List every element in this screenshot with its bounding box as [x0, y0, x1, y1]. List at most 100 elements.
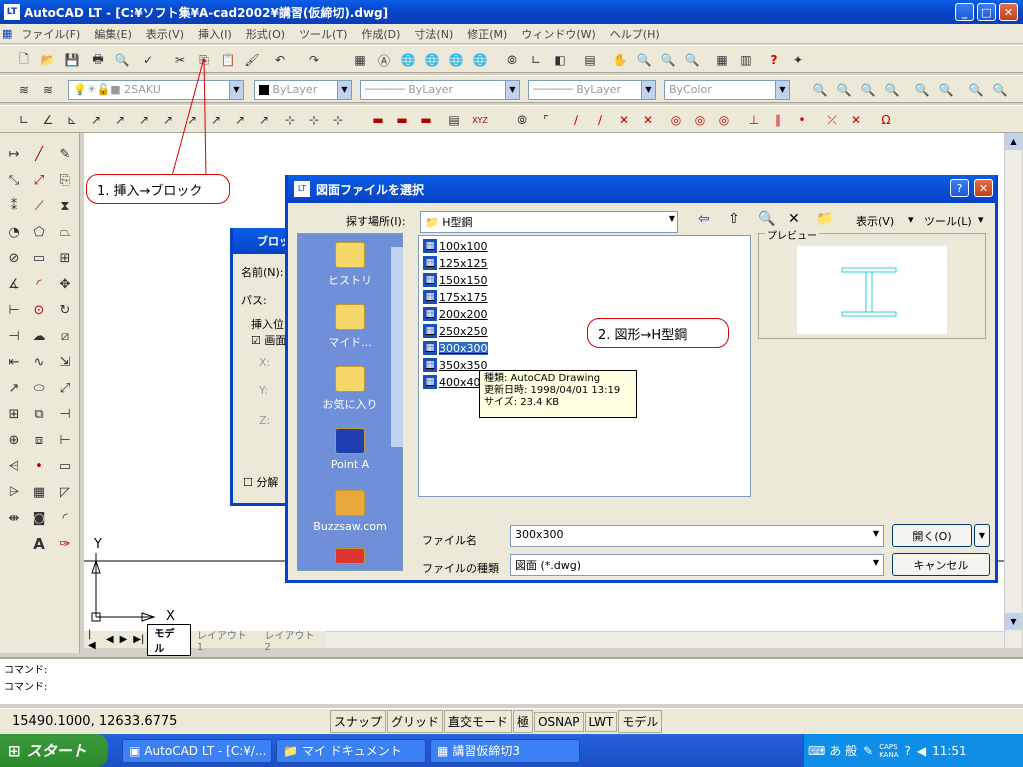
hatch-icon[interactable]: ▦	[28, 481, 50, 503]
plotstyle-dropdown[interactable]: ByColor ▼	[664, 80, 790, 100]
snap-ext-icon[interactable]: ✕	[638, 110, 658, 130]
dim-update-icon[interactable]: ▬	[368, 110, 388, 130]
dim-edit-icon[interactable]: ⊹	[304, 110, 324, 130]
dim-ordinate-icon[interactable]: ⊾	[62, 110, 82, 130]
explode-icon[interactable]: ✑	[54, 533, 76, 555]
cut-icon[interactable]: ✂	[170, 50, 190, 70]
spell-icon[interactable]: ✓	[138, 50, 158, 70]
dim-aligned-icon[interactable]: ⤡	[3, 169, 25, 191]
snap-par-icon[interactable]: ∥	[768, 110, 788, 130]
snap-toggle[interactable]: スナップ	[330, 710, 387, 733]
zoom-prev-icon[interactable]: 🔍	[682, 50, 702, 70]
layer-icon[interactable]: ◧	[550, 50, 570, 70]
scale-icon[interactable]: ⧄	[54, 325, 76, 347]
zoom-dynamic-icon[interactable]: 🔍	[858, 80, 878, 100]
lineweight-dropdown[interactable]: ────── ByLayer ▼	[528, 80, 656, 100]
dim-angle-icon[interactable]: ↗	[134, 110, 154, 130]
places-scrollbar[interactable]	[391, 247, 403, 447]
fillet-icon[interactable]: ◜	[54, 507, 76, 529]
snap-endpoint-icon[interactable]: ⦾	[512, 110, 532, 130]
view-dropdown-icon[interactable]: ▾	[908, 213, 914, 226]
file-item[interactable]: ▦ 400x400	[423, 374, 488, 390]
snap-icon[interactable]: ⦾	[502, 50, 522, 70]
command-window[interactable]: コマンド: コマンド:	[0, 657, 1023, 704]
break-icon[interactable]: ▭	[54, 455, 76, 477]
zoom-win-icon[interactable]: 🔍	[658, 50, 678, 70]
new-folder-icon[interactable]: 📁	[816, 211, 833, 227]
task-autocad[interactable]: ▣ AutoCAD LT - [C:¥/...	[122, 738, 272, 763]
place-more[interactable]	[298, 540, 402, 570]
calc-icon[interactable]: ▥	[736, 50, 756, 70]
xyz-icon[interactable]: XYZ	[470, 110, 490, 130]
filename-input[interactable]: 300x300 ▼	[510, 525, 884, 547]
copy-icon[interactable]: ⎘	[194, 50, 214, 70]
menu-insert[interactable]: 挿入(I)	[191, 26, 239, 42]
layer-manager-icon[interactable]: ≋	[14, 80, 34, 100]
dim-textedit-icon[interactable]: ⊹	[328, 110, 348, 130]
dim-diameter-icon[interactable]: ⊘	[3, 247, 25, 269]
minimize-button[interactable]: _	[955, 3, 974, 21]
model-toggle[interactable]: モデル	[618, 710, 663, 733]
up-folder-icon[interactable]: ⇧	[728, 211, 740, 227]
scroll-down-icon[interactable]: ▼	[1005, 613, 1022, 630]
dim-ordinate-icon[interactable]: ⁑	[3, 195, 25, 217]
mtext-icon[interactable]: A	[28, 533, 50, 555]
pan-icon[interactable]: ✋	[610, 50, 630, 70]
erase-icon[interactable]: ✎	[54, 143, 76, 165]
vertical-scrollbar[interactable]: ▲ ▼	[1004, 133, 1022, 648]
dim-cont-icon[interactable]: ↗	[206, 110, 226, 130]
circle-icon[interactable]: ⊙	[28, 299, 50, 321]
tab-nav-next-icon[interactable]: ▶	[117, 634, 131, 645]
zoom-window-icon[interactable]: 🔍	[834, 80, 854, 100]
redo-icon[interactable]: ↷	[304, 50, 324, 70]
layer-prev-icon[interactable]: ≋	[38, 80, 58, 100]
tab-model[interactable]: モデル	[147, 623, 191, 656]
dialog-help-button[interactable]: ?	[950, 179, 969, 197]
scroll-up-icon[interactable]: ▲	[1005, 133, 1022, 150]
place-buzzsaw[interactable]: Buzzsaw.com	[298, 482, 402, 542]
polyline-icon[interactable]: ⟋	[28, 195, 50, 217]
polygon-icon[interactable]: ⬠	[28, 221, 50, 243]
zoom-in-icon[interactable]: 🔍	[912, 80, 932, 100]
file-item[interactable]: ▦ 125x125	[423, 255, 488, 271]
array-icon[interactable]: ⊞	[54, 247, 76, 269]
start-button[interactable]: ⊞ スタート	[0, 734, 108, 767]
arc-icon[interactable]: ◜	[28, 273, 50, 295]
dim-radius-icon[interactable]: ◔	[3, 221, 25, 243]
rotate-icon[interactable]: ↻	[54, 299, 76, 321]
place-favorites[interactable]: お気に入り	[298, 358, 402, 418]
point-icon[interactable]: •	[28, 455, 50, 477]
doc-icon[interactable]: ▦	[0, 27, 14, 40]
menu-draw[interactable]: 作成(D)	[354, 26, 407, 42]
tab-nav-prev-icon[interactable]: ◀	[103, 634, 117, 645]
zoom-extents-icon[interactable]: 🔍	[990, 80, 1010, 100]
open-button[interactable]: 開く(O)	[892, 524, 972, 547]
onscreen-checkbox[interactable]: ☑ 画面	[251, 332, 286, 348]
rectangle-icon[interactable]: ▭	[28, 247, 50, 269]
delete-icon[interactable]: ✕	[788, 211, 800, 227]
snap-none-icon[interactable]: ✕	[846, 110, 866, 130]
file-item[interactable]: ▦ 100x100	[423, 238, 488, 254]
close-button[interactable]: ✕	[999, 3, 1018, 21]
snap-mid-icon[interactable]: ∕	[566, 110, 586, 130]
grid-toggle[interactable]: グリッド	[387, 710, 444, 733]
open-dropdown-icon[interactable]: ▼	[974, 524, 990, 547]
dim-diameter-icon[interactable]: ↗	[110, 110, 130, 130]
globe4-icon[interactable]: 🌐	[470, 50, 490, 70]
color-dropdown[interactable]: ByLayer ▼	[254, 80, 352, 100]
dim-leader-icon[interactable]: ↗	[230, 110, 250, 130]
layer-dropdown[interactable]: 💡☀🔓■ 2SAKU ▼	[68, 80, 244, 100]
task-excel[interactable]: ▦ 講習仮締切3	[430, 738, 580, 763]
place-point-a[interactable]: Point A	[298, 420, 402, 480]
plugin-icon[interactable]: ✦	[788, 50, 808, 70]
xline-icon[interactable]: ⤢	[28, 169, 50, 191]
insert-block-icon[interactable]: ⧉	[28, 403, 50, 425]
menu-window[interactable]: ウィンドウ(W)	[514, 26, 602, 42]
copy-obj-icon[interactable]: ⎘	[54, 169, 76, 191]
snap-quad-icon[interactable]: ◎	[690, 110, 710, 130]
file-item-selected[interactable]: ▦ 300x300	[423, 340, 488, 356]
trim-icon[interactable]: ⊣	[54, 403, 76, 425]
file-item[interactable]: ▦ 250x250	[423, 323, 488, 339]
zoom-rt-icon[interactable]: 🔍	[634, 50, 654, 70]
explode-checkbox[interactable]: ☐ 分解	[243, 474, 278, 490]
